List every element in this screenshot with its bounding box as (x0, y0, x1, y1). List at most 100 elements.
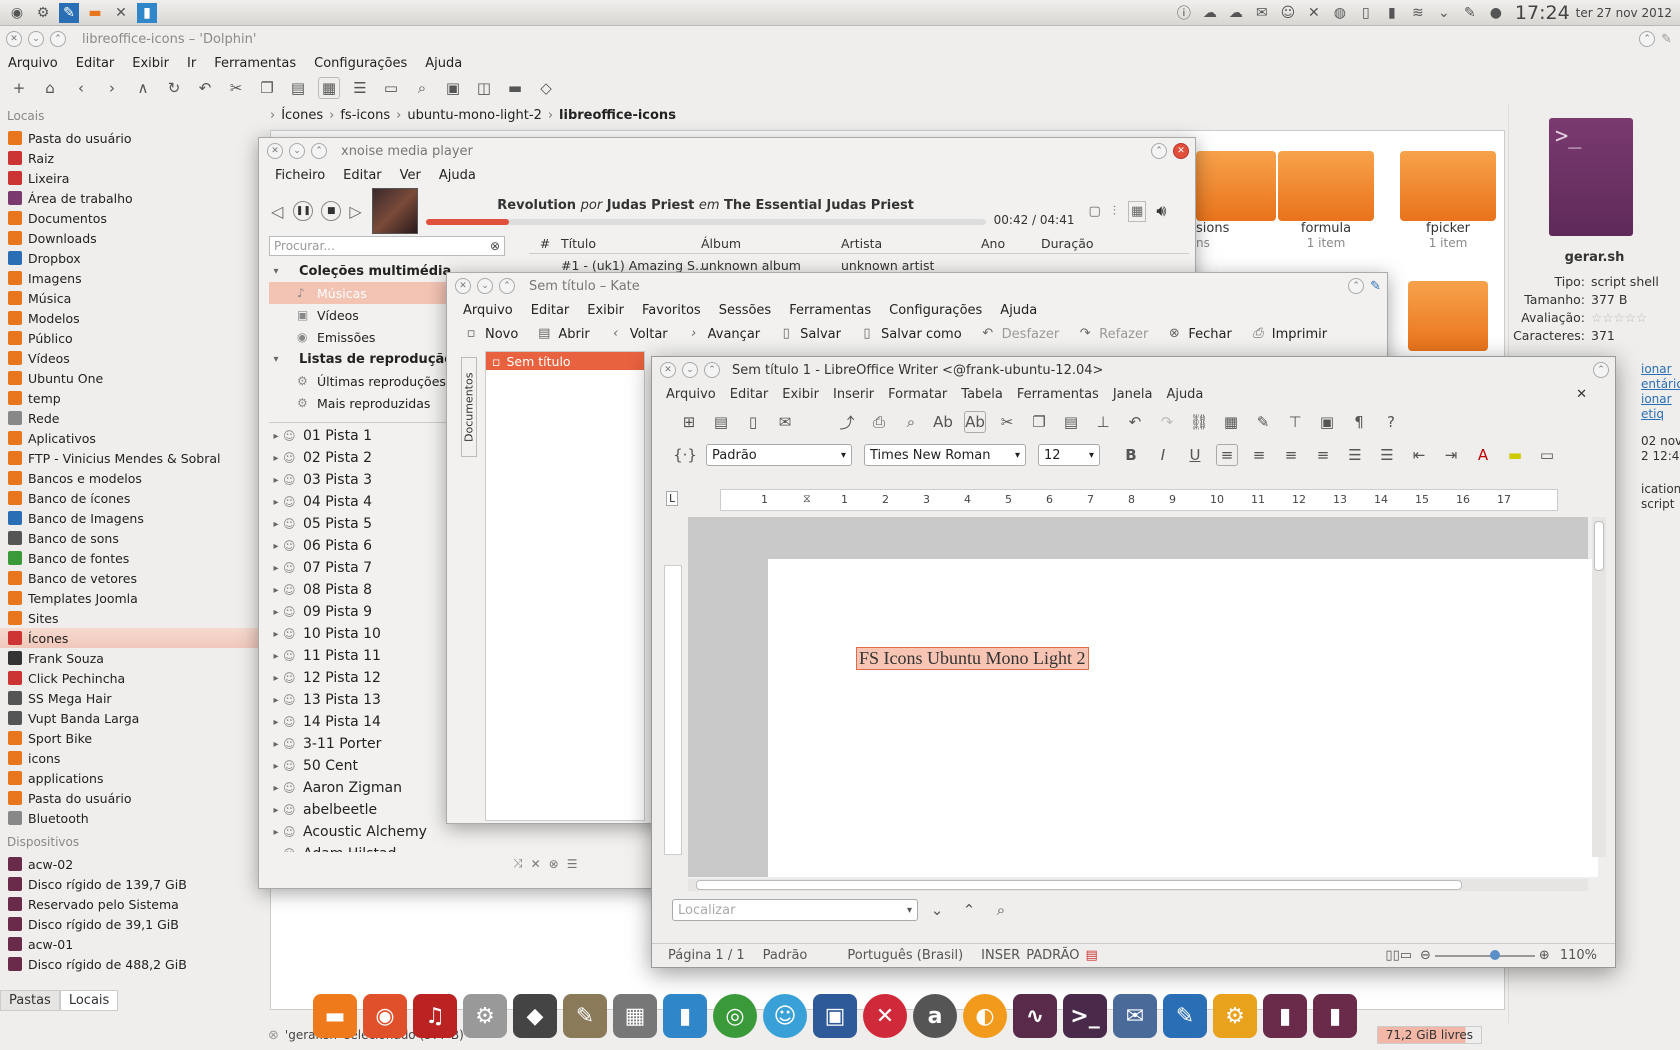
calculator-dock-icon[interactable]: ▦ (613, 994, 657, 1038)
expand-arrow-icon[interactable]: ▸ (269, 739, 283, 750)
minimize-icon[interactable]: ⌄ (289, 143, 305, 159)
date[interactable]: ter 27 nov 2012 (1576, 6, 1672, 20)
expand-arrow-icon[interactable]: ▸ (269, 673, 283, 684)
shuffle-icon[interactable]: ⤨ (513, 856, 523, 871)
menu-ferramentas[interactable]: Ferramentas (1017, 387, 1099, 402)
info-link-tags[interactable]: ionar (1641, 362, 1680, 377)
volume-icon[interactable]: 🔊︎ (1156, 201, 1166, 221)
grid-icon[interactable]: ▦ (1128, 200, 1147, 222)
increase-indent-icon[interactable]: ⇥ (1440, 444, 1462, 466)
forward-button[interactable]: › Avançar (686, 326, 760, 342)
font-select[interactable]: Times New Roman ▾ (864, 444, 1026, 466)
artist-item[interactable]: ▸☺ Adam Hilstad (269, 843, 505, 852)
menu-inserir[interactable]: Inserir (833, 387, 874, 402)
expand-arrow-icon[interactable]: ▸ (269, 651, 283, 662)
place-item[interactable]: Vupt Banda Larga (0, 708, 262, 728)
place-item[interactable]: Público (0, 328, 262, 348)
draw-functions-icon[interactable]: ✎ (1252, 411, 1274, 433)
chat-dock-icon[interactable]: ☺ (763, 994, 807, 1038)
expand-arrow-icon[interactable]: ▸ (269, 497, 283, 508)
place-item[interactable]: Sites (0, 608, 262, 628)
device-item[interactable]: Disco rígido de 488,2 GiB (0, 954, 262, 974)
menu-ficheiro[interactable]: Ficheiro (275, 168, 325, 183)
expand-arrow-icon[interactable]: ▸ (269, 475, 283, 486)
undo-icon[interactable]: ↶ (194, 77, 216, 99)
expand-arrow-icon[interactable]: ▸ (269, 783, 283, 794)
paste-icon[interactable]: ▤ (1060, 411, 1082, 433)
place-item[interactable]: Documentos (0, 208, 262, 228)
bullets-icon[interactable]: ☰ (1376, 444, 1398, 466)
clock[interactable]: 17:24 (1515, 2, 1570, 24)
preview-icon[interactable]: ▭ (380, 77, 402, 99)
place-item[interactable]: Vídeos (0, 348, 262, 368)
folder-launcher-icon[interactable]: ▬ (85, 3, 105, 23)
music-player-dock-icon[interactable]: ♫ (413, 994, 457, 1038)
clear-icon[interactable]: ⊗ (549, 857, 559, 871)
styles-icon[interactable]: {·} (673, 444, 697, 466)
menu-configuracoes[interactable]: Configurações (314, 56, 407, 71)
paste-icon[interactable]: ▤ (287, 77, 309, 99)
split-icon[interactable]: ◫ (473, 77, 495, 99)
place-item[interactable]: Banco de vetores (0, 568, 262, 588)
chat-icon[interactable]: ☺ (1278, 3, 1298, 23)
minimize-icon[interactable]: ⌄ (477, 278, 493, 294)
place-item[interactable]: SS Mega Hair (0, 688, 262, 708)
keep-above-icon[interactable]: ⌃ (1348, 278, 1365, 294)
find-input[interactable]: Localizar ▾ (672, 899, 918, 921)
mail-dock-icon[interactable]: ✉ (1113, 994, 1157, 1038)
decrease-indent-icon[interactable]: ⇤ (1408, 444, 1430, 466)
trash-dock-icon[interactable]: ▮ (1313, 994, 1357, 1038)
place-item[interactable]: FTP - Vinicius Mendes & Sobral (0, 448, 262, 468)
virtualbox-dock-icon[interactable]: ▣ (813, 994, 857, 1038)
gimp-dock-icon[interactable]: ✎ (563, 994, 607, 1038)
status-page[interactable]: Página 1 / 1 (668, 948, 745, 963)
find-next-icon[interactable]: ⌄ (926, 899, 948, 921)
mail-icon[interactable]: ✉ (1252, 3, 1272, 23)
remove-icon[interactable]: ✕ (531, 857, 541, 871)
place-item[interactable]: Bancos e modelos (0, 468, 262, 488)
open-button[interactable]: ▤ Abrir (536, 326, 590, 342)
menu-arquivo[interactable]: Arquivo (8, 56, 58, 71)
back-icon[interactable]: ‹ (70, 77, 92, 99)
help-icon[interactable]: ? (1380, 411, 1402, 433)
playlists-header[interactable]: Listas de reprodução (299, 352, 453, 367)
collection-videos[interactable]: Vídeos (317, 308, 359, 323)
device-item[interactable]: acw-01 (0, 934, 262, 954)
expand-arrow-icon[interactable]: ▸ (269, 541, 283, 552)
place-item[interactable]: Templates Joomla (0, 588, 262, 608)
find-replace-icon[interactable]: ⌕ (990, 899, 1012, 921)
place-item[interactable]: Frank Souza (0, 648, 262, 668)
col-duration[interactable]: Duração (1041, 236, 1121, 251)
settings-icon[interactable]: ⚙ (33, 3, 53, 23)
col-title[interactable]: Título (561, 236, 701, 251)
device-item[interactable]: Disco rígido de 39,1 GiB (0, 914, 262, 934)
ubuntu-software-dock-icon[interactable]: ◉ (363, 994, 407, 1038)
numbering-icon[interactable]: ☰ (1344, 444, 1366, 466)
tab-locais[interactable]: Locais (59, 989, 119, 1011)
place-item[interactable]: Modelos (0, 308, 262, 328)
templates-icon[interactable]: ▤ (710, 411, 732, 433)
tools-tray-icon[interactable]: ✕ (1304, 3, 1324, 23)
monitor-dock-icon[interactable]: ∿ (1013, 994, 1057, 1038)
collection-emissoes[interactable]: Emissões (317, 330, 375, 345)
info-link-comment[interactable]: entário... (1641, 377, 1680, 392)
status-insert[interactable]: INSER (981, 948, 1020, 963)
playlist-most[interactable]: Mais reproduzidas (317, 396, 430, 411)
menu-ferramentas[interactable]: Ferramentas (214, 56, 296, 71)
gallery-icon[interactable]: ▣ (1316, 411, 1338, 433)
tag-icon[interactable]: ◇ (535, 77, 557, 99)
copy-icon[interactable]: ❐ (256, 77, 278, 99)
new-button[interactable]: ▫ Novo (463, 326, 519, 342)
status-zoom[interactable]: 110% (1560, 948, 1597, 963)
place-item[interactable]: Raiz (0, 148, 262, 168)
expand-arrow-icon[interactable]: ▸ (269, 563, 283, 574)
menu-ajuda[interactable]: Ajuda (439, 168, 476, 183)
menu-ir[interactable]: Ir (187, 56, 196, 71)
place-item[interactable]: temp (0, 388, 262, 408)
folder-item[interactable]: formula 1 item (1271, 151, 1381, 250)
weather-icon[interactable]: ☁ (1226, 3, 1246, 23)
expand-arrow-icon[interactable]: ▸ (269, 717, 283, 728)
close-document-icon[interactable]: ✕ (1576, 387, 1587, 402)
close-icon[interactable]: ✕ (455, 278, 471, 294)
expand-arrow-icon[interactable]: ▸ (269, 695, 283, 706)
